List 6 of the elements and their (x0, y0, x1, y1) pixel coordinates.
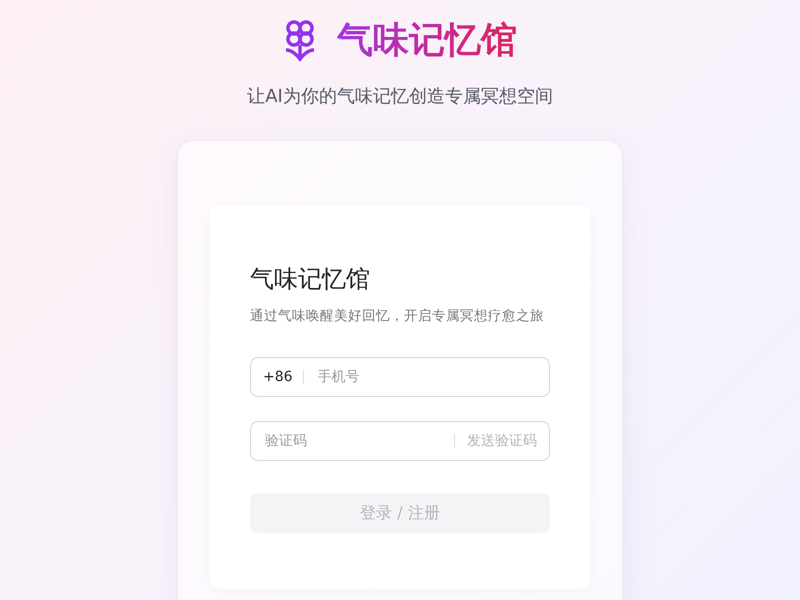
flower-icon (283, 18, 317, 62)
app-subtitle: 让AI为你的气味记忆创造专属冥想空间 (247, 85, 553, 108)
country-code[interactable]: +86 (263, 369, 293, 385)
login-description: 通过气味唤醒美好回忆，开启专属冥想疗愈之旅 (250, 307, 545, 325)
login-title: 气味记忆馆 (250, 264, 371, 295)
phone-field[interactable]: +86 手机号 (250, 357, 550, 397)
